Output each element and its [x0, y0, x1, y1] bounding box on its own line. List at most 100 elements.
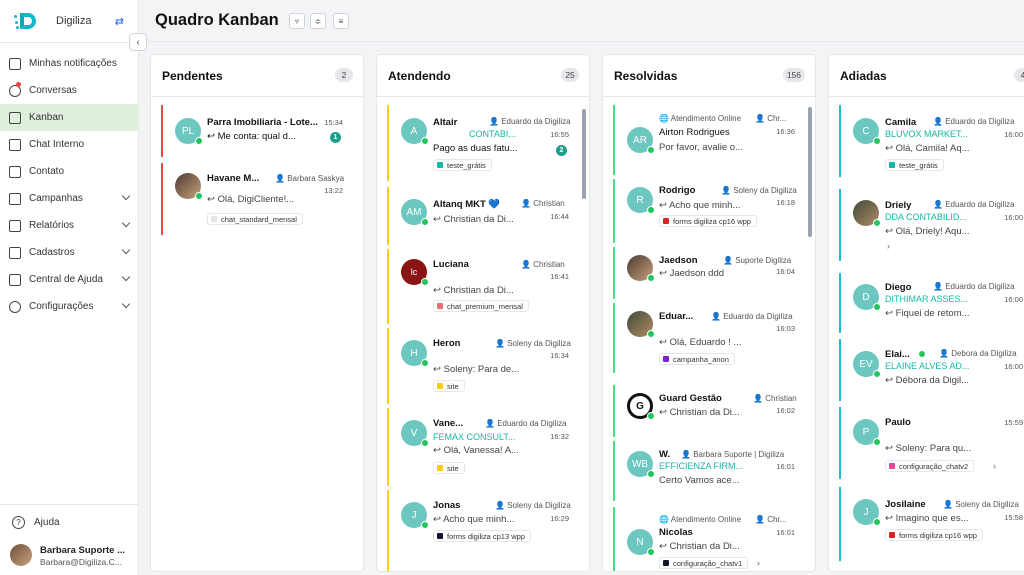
card-time: 16:02 — [776, 406, 795, 415]
kanban-card[interactable]: A Altair 👤 Eduardo da Digiliza CONTABI..… — [387, 105, 575, 181]
kanban-card[interactable]: C Camila 👤 Eduardo da Digiliza BLUVOX MA… — [839, 105, 1024, 177]
collapse-sidebar-button[interactable]: ‹ — [129, 33, 147, 51]
user-profile[interactable]: Barbara Suporte ... Barbara@Digiliza.C..… — [10, 543, 135, 569]
tag-color-swatch — [663, 560, 669, 566]
chevron-right-icon[interactable]: › — [757, 558, 760, 568]
kanban-grid-icon — [9, 111, 21, 124]
kanban-card[interactable]: V Vane... 👤 Eduardo da Digiliza FEMAX CO… — [387, 408, 575, 486]
sidebar-item-label: Central de Ajuda — [29, 274, 103, 285]
sidebar-divider — [0, 42, 139, 43]
kanban-card[interactable]: WB W. 👤 Barbara Suporte | Digiliza EFFIC… — [613, 441, 801, 501]
switch-arrows-icon[interactable]: ⇄ — [115, 15, 124, 28]
contact-company: ELAINE ALVES AD... — [885, 361, 970, 371]
kanban-card[interactable]: 🌐 Atendimento Online 👤 Chr... AR Airton … — [613, 105, 801, 175]
assigned-agent: 👤 Soleny da Digiliza — [495, 501, 571, 510]
card-time: 15:34 — [324, 118, 343, 127]
kanban-card[interactable]: J Jonas 👤 Soleny da Digiliza 16:29 ↩ Ach… — [387, 490, 575, 571]
last-message: ↩ Olá, Driely! Aqu... — [885, 226, 970, 237]
brand[interactable]: Digiliza ⇄ — [14, 10, 124, 32]
tag-color-swatch — [889, 532, 895, 538]
whatsapp-icon — [647, 470, 655, 478]
column-title: Resolvidas — [614, 69, 678, 83]
menu-button[interactable]: ≡ — [333, 13, 349, 29]
sidebar-item-kanban[interactable]: Kanban — [0, 104, 139, 131]
last-message: ↩ Soleny: Para qu... — [885, 443, 972, 454]
kanban-card[interactable]: PL Parra Imobiliaria - Lote... 15:34 ↩ M… — [161, 105, 349, 157]
assigned-agent: 👤 Christian — [521, 260, 565, 269]
sidebar-item-label: Conversas — [29, 85, 77, 96]
assigned-agent: 👤 Christian — [753, 394, 797, 403]
kanban-card[interactable]: Jaedson 👤 Suporte Digiliza 16:04 ↩ Jaeds… — [613, 247, 801, 299]
assigned-agent: 👤 Barbara Saskya — [275, 174, 345, 183]
whatsapp-icon — [873, 438, 881, 446]
tag-color-swatch — [663, 356, 669, 362]
sidebar-item-notificacoes[interactable]: Minhas notificações — [0, 50, 139, 77]
assigned-agent: 👤 Soleny da Digiliza — [721, 186, 797, 195]
sidebar-item-chat-interno[interactable]: Chat Interno — [0, 131, 139, 158]
assigned-agent: 👤 Eduardo da Digiliza — [485, 419, 567, 428]
kanban-card[interactable]: 🌐 Atendimento Online 👤 Chr... N Nicolas … — [613, 507, 801, 571]
whatsapp-icon — [647, 206, 655, 214]
assigned-agent: 👤 Barbara Suporte | Digiliza — [681, 450, 785, 459]
kanban-card[interactable]: EV Elai... 👤 Debora da Digiliza ELAINE A… — [839, 339, 1024, 401]
whatsapp-icon — [421, 278, 429, 286]
sidebar-item-cadastros[interactable]: Cadastros — [0, 239, 139, 266]
card-time: 16:01 — [776, 462, 795, 471]
column-scrollbar[interactable] — [582, 103, 586, 568]
kanban-card[interactable]: H Heron 👤 Soleny da Digiliza 16:34 ↩ Sol… — [387, 328, 575, 404]
kanban-card[interactable]: D Diego 👤 Eduardo da Digiliza DITHIMAR A… — [839, 273, 1024, 333]
contact-name: Jonas — [433, 500, 461, 511]
scrollbar-thumb[interactable] — [808, 107, 812, 237]
card-time: 16:32 — [550, 432, 569, 441]
contact-company: FEMAX CONSULT... — [433, 432, 516, 442]
kanban-card[interactable]: J Josilaine 👤 Soleny da Digiliza 15:58 ↩… — [839, 487, 1024, 561]
sidebar-item-conversas[interactable]: Conversas — [0, 77, 139, 104]
contact-name: Nicolas — [659, 527, 693, 538]
kanban-card[interactable]: Eduar... 👤 Eduardo da Digiliza 16:03 ↩ O… — [613, 303, 801, 373]
kanban-card[interactable]: Havane M... 👤 Barbara Saskya 13:22 ↩ Olá… — [161, 163, 349, 235]
whatsapp-icon — [421, 218, 429, 226]
kanban-card[interactable]: Driely 👤 Eduardo da Digiliza DDA CONTABI… — [839, 189, 1024, 261]
kanban-card[interactable]: P Paulo 15:59 ↩ Soleny: Para qu... confi… — [839, 407, 1024, 479]
contact-name: Vane... — [433, 418, 464, 429]
filter-button[interactable]: ▿ — [289, 13, 305, 29]
card-time: 16:36 — [776, 127, 795, 136]
channel-label: 🌐 Atendimento Online — [659, 114, 742, 123]
sidebar-item-central-ajuda[interactable]: Central de Ajuda — [0, 266, 139, 293]
sidebar-item-relatorios[interactable]: Relatórios — [0, 212, 139, 239]
card-time: 16:44 — [550, 212, 569, 221]
sidebar-item-campanhas[interactable]: Campanhas — [0, 185, 139, 212]
column-scrollbar[interactable] — [808, 103, 812, 568]
whatsapp-icon — [421, 521, 429, 529]
kanban-card[interactable]: R Rodrigo 👤 Soleny da Digiliza 16:18 ↩ A… — [613, 179, 801, 243]
books-icon — [9, 273, 21, 286]
kanban-card[interactable]: G Guard Gestão 👤 Christian 16:02 ↩ Chris… — [613, 385, 801, 437]
settings-sliders-button[interactable]: ≑ — [310, 13, 326, 29]
sidebar-item-contato[interactable]: Contato — [0, 158, 139, 185]
question-icon: ? — [12, 516, 25, 529]
kanban-card[interactable]: AM Altanq MKT 💙 👤 Christian 16:44 ↩ Chri… — [387, 187, 575, 245]
sidebar-item-configuracoes[interactable]: Configurações — [0, 293, 139, 320]
last-message: ↩ Imagino que es... — [885, 513, 969, 524]
card-time: 16:03 — [776, 324, 795, 333]
last-message: Certo Vamos ace... — [659, 475, 740, 486]
help-link[interactable]: ? Ajuda — [12, 516, 60, 529]
register-icon — [9, 246, 21, 259]
assigned-agent: 👤 Debora da Digiliza — [939, 349, 1017, 358]
whatsapp-icon — [647, 146, 655, 154]
chevron-right-icon[interactable]: › — [887, 241, 890, 251]
chevron-right-icon[interactable]: › — [993, 461, 996, 471]
card-time: 16:34 — [550, 351, 569, 360]
whatsapp-icon — [873, 518, 881, 526]
chevron-down-icon — [121, 245, 131, 255]
tag-color-swatch — [889, 162, 895, 168]
scrollbar-thumb[interactable] — [582, 109, 586, 199]
assigned-agent: 👤 Suporte Digiliza — [723, 256, 792, 265]
chart-icon — [9, 219, 21, 232]
column-title: Atendendo — [388, 69, 451, 83]
kanban-card[interactable]: lc Luciana 👤 Christian 16:41 ↩ Christian… — [387, 249, 575, 324]
online-status-dot — [919, 351, 925, 357]
digiliza-logo — [14, 11, 38, 31]
contact-company: CONTABI... — [469, 129, 516, 139]
contact-name: Camila — [885, 117, 917, 128]
